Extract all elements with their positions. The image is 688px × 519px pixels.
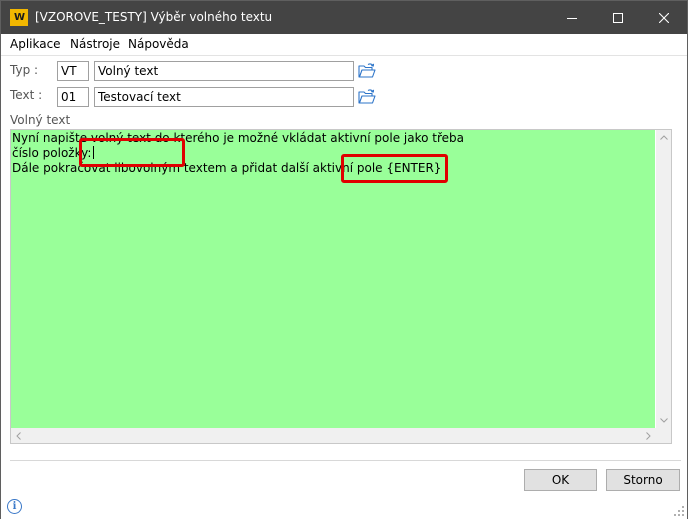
info-icon[interactable]: i xyxy=(7,499,22,514)
text-name-field[interactable]: Testovací text xyxy=(94,87,354,107)
maximize-icon xyxy=(613,12,623,23)
scroll-right-arrow[interactable] xyxy=(641,428,656,443)
storno-button[interactable]: Storno xyxy=(606,469,680,491)
resize-grip-icon[interactable] xyxy=(673,505,685,517)
menu-aplikace[interactable]: Aplikace xyxy=(10,37,61,52)
minimize-icon xyxy=(567,17,577,19)
app-logo-icon: W xyxy=(10,9,28,26)
title-bar[interactable]: W [VZOROVE_TESTY] Výběr volného textu xyxy=(1,1,687,34)
chevron-up-icon xyxy=(659,135,668,140)
ok-button[interactable]: OK xyxy=(524,469,597,491)
chevron-left-icon xyxy=(16,431,21,440)
scroll-up-arrow[interactable] xyxy=(656,130,671,145)
scroll-left-arrow[interactable] xyxy=(11,428,26,443)
chevron-right-icon xyxy=(646,431,651,440)
menu-napoveda[interactable]: Nápověda xyxy=(128,37,189,52)
text-code-field[interactable]: 01 xyxy=(57,87,89,107)
chevron-down-icon xyxy=(659,418,668,423)
status-bar: i xyxy=(1,495,687,519)
close-icon xyxy=(659,12,669,23)
dialog-window: W [VZOROVE_TESTY] Výběr volného textu Ap… xyxy=(0,0,688,519)
text-browse-button[interactable] xyxy=(358,88,376,106)
highlight-box-item-number xyxy=(79,138,185,167)
folder-open-icon xyxy=(358,63,376,78)
minimize-button[interactable] xyxy=(549,1,595,34)
close-button[interactable] xyxy=(641,1,687,34)
scroll-down-arrow[interactable] xyxy=(656,413,671,428)
typ-browse-button[interactable] xyxy=(358,62,376,80)
vertical-scrollbar[interactable] xyxy=(656,130,671,428)
scrollbar-corner xyxy=(656,428,671,443)
highlight-box-enter-field xyxy=(341,154,448,183)
editor-content[interactable]: Nyní napište volný text do kterého je mo… xyxy=(11,130,655,428)
menu-separator xyxy=(1,55,687,56)
maximize-button[interactable] xyxy=(595,1,641,34)
buttons-separator xyxy=(10,460,681,461)
typ-code-field[interactable]: VT xyxy=(57,61,89,81)
horizontal-scrollbar[interactable] xyxy=(11,428,656,443)
window-title: [VZOROVE_TESTY] Výběr volného textu xyxy=(35,10,273,24)
folder-open-icon xyxy=(358,89,376,104)
typ-label: Typ : xyxy=(10,63,39,77)
volny-text-label: Volný text xyxy=(10,113,71,127)
menu-bar: Aplikace Nástroje Nápověda xyxy=(1,34,687,54)
typ-name-field[interactable]: Volný text xyxy=(94,61,354,81)
text-label: Text : xyxy=(10,88,43,102)
menu-nastroje[interactable]: Nástroje xyxy=(70,37,120,52)
